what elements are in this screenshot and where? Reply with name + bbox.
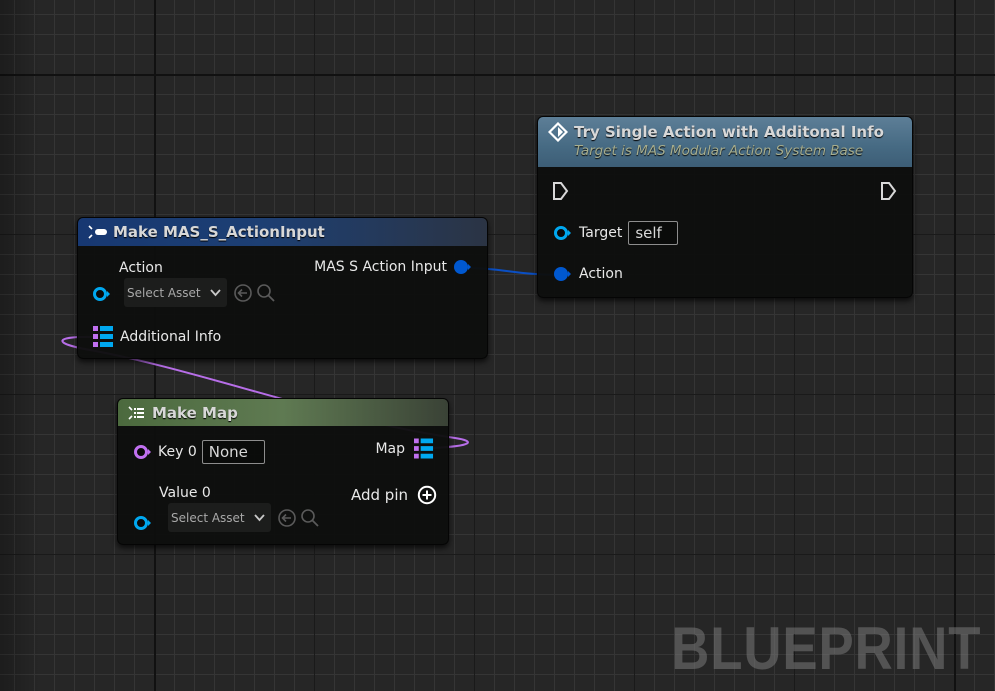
select-asset-label: Select Asset	[171, 510, 245, 525]
node-header[interactable]: Try Single Action with Additonal Info Ta…	[538, 117, 912, 167]
map-pin-icon[interactable]	[414, 438, 434, 459]
node-title: Try Single Action with Additonal Info	[574, 123, 884, 141]
object-pin-icon[interactable]	[133, 515, 153, 531]
node-subtitle: Target is MAS Modular Action System Base	[574, 143, 864, 159]
chevron-down-icon	[209, 289, 221, 297]
chevron-down-icon	[253, 514, 265, 522]
struct-output-label: MAS S Action Input	[314, 259, 447, 275]
make-map-icon	[128, 405, 144, 420]
target-pin-row: Target self	[553, 221, 679, 245]
value-pin-row: Value 0	[133, 485, 211, 531]
action-asset-picker: Select Asset	[124, 278, 276, 307]
action-pin-label: Action	[119, 260, 163, 276]
add-pin-label: Add pin	[350, 486, 408, 504]
make-struct-node[interactable]: Make MAS_S_ActionInput Action Select Ass…	[77, 217, 488, 359]
struct-pin-icon[interactable]	[453, 259, 473, 275]
use-selected-asset-icon[interactable]	[233, 283, 253, 303]
target-pin-label: Target	[579, 225, 623, 241]
node-header[interactable]: Make Map	[118, 399, 448, 426]
struct-pin-icon[interactable]	[553, 266, 573, 282]
select-asset-dropdown[interactable]: Select Asset	[124, 278, 227, 307]
key-pin-label: Key 0	[158, 444, 197, 460]
additional-info-pin-row: Additional Info	[93, 326, 221, 347]
function-icon	[548, 122, 568, 142]
object-pin-icon[interactable]	[553, 225, 573, 241]
plus-circle-icon	[417, 485, 437, 505]
key-value-input[interactable]: None	[201, 440, 265, 464]
node-header[interactable]: Make MAS_S_ActionInput	[78, 218, 487, 246]
map-output-label: Map	[375, 440, 405, 457]
node-title: Make MAS_S_ActionInput	[113, 223, 325, 241]
select-asset-label: Select Asset	[127, 285, 201, 300]
additional-info-label: Additional Info	[120, 328, 222, 345]
object-pin-icon[interactable]	[92, 286, 112, 302]
node-title: Make Map	[152, 403, 238, 422]
map-pin-icon[interactable]	[93, 326, 114, 347]
browse-asset-search-icon[interactable]	[300, 508, 320, 528]
browse-asset-search-icon[interactable]	[256, 283, 276, 303]
key-pin-row: Key 0 None	[133, 440, 265, 464]
action-pin-row: Action	[553, 266, 623, 282]
exec-input-pin-icon[interactable]	[552, 181, 570, 201]
map-output-pin-row: Map	[375, 438, 434, 459]
action-input-pin-row: Action	[92, 258, 163, 302]
select-asset-dropdown[interactable]: Select Asset	[168, 503, 271, 532]
add-pin-button[interactable]: Add pin	[351, 485, 437, 505]
try-single-action-node[interactable]: Try Single Action with Additonal Info Ta…	[537, 116, 913, 298]
make-struct-icon	[88, 225, 107, 239]
struct-output-pin-row: MAS S Action Input	[314, 259, 473, 275]
target-value-input[interactable]: self	[628, 221, 679, 245]
make-map-node[interactable]: Make Map Key 0 None Map Value 0 Select A…	[117, 398, 449, 545]
blueprint-watermark: BLUEPRINT	[670, 615, 981, 682]
value-pin-label: Value 0	[159, 485, 211, 501]
use-selected-asset-icon[interactable]	[277, 508, 297, 528]
name-pin-icon[interactable]	[133, 444, 153, 460]
action-pin-label: Action	[579, 266, 623, 282]
value-asset-picker: Select Asset	[168, 503, 320, 532]
exec-output-pin-icon[interactable]	[880, 181, 898, 201]
